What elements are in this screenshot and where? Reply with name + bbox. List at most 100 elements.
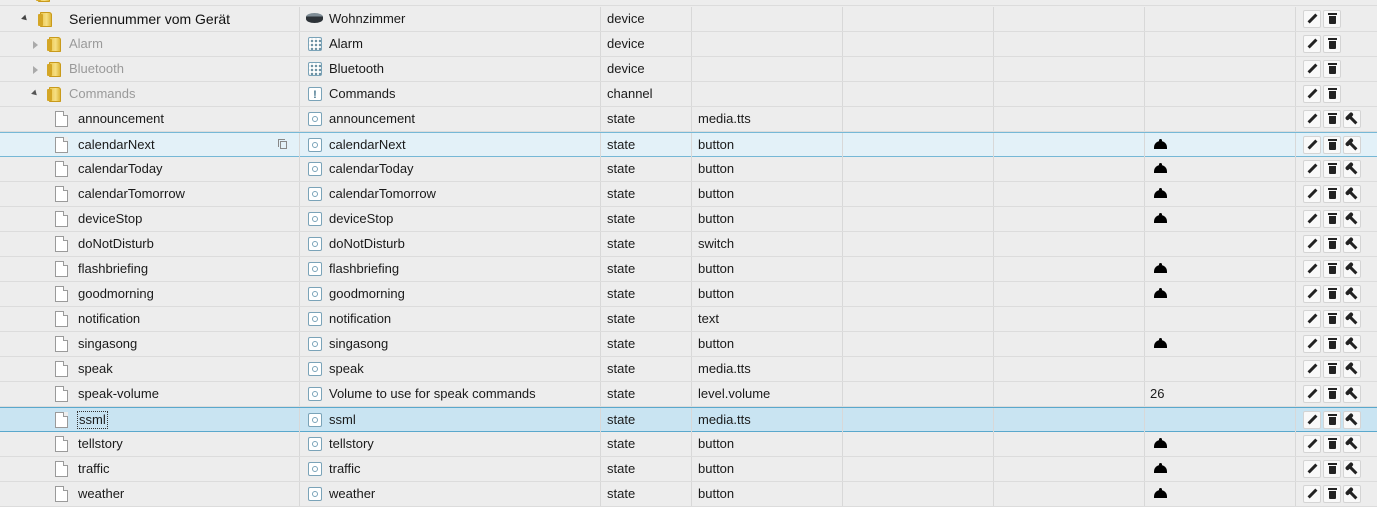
edit-button[interactable] [1303,385,1321,403]
delete-button[interactable] [1323,485,1341,503]
settings-button[interactable] [1343,411,1361,429]
delete-button[interactable] [1323,110,1341,128]
edit-button[interactable] [1303,235,1321,253]
tree-row-Commands[interactable]: Commands Commands channel [0,82,1377,107]
tree-row-flashbriefing[interactable]: flashbriefing flashbriefing state button [0,257,1377,282]
edit-button[interactable] [1303,460,1321,478]
actions-cell [1296,382,1377,406]
tree-row-speak-volume[interactable]: speak-volume Volume to use for speak comm… [0,382,1377,407]
edit-button[interactable] [1303,185,1321,203]
settings-button[interactable] [1343,235,1361,253]
tree-row-Alarm[interactable]: Alarm Alarm device [0,32,1377,57]
settings-button[interactable] [1343,136,1361,154]
tree-row-calendarTomorrow[interactable]: calendarTomorrow calendarTomorrow state but… [0,182,1377,207]
trash-icon [1328,213,1337,224]
settings-button[interactable] [1343,460,1361,478]
bell-icon[interactable] [1153,338,1168,349]
tree-row-goodmorning[interactable]: goodmorning goodmorning state button [0,282,1377,307]
edit-button[interactable] [1303,335,1321,353]
delete-button[interactable] [1323,260,1341,278]
bell-icon[interactable] [1153,288,1168,299]
bell-icon[interactable] [1153,188,1168,199]
settings-button[interactable] [1343,335,1361,353]
edit-button[interactable] [1303,35,1321,53]
edit-button[interactable] [1303,485,1321,503]
type-cell: state [601,382,692,406]
delete-button[interactable] [1323,310,1341,328]
settings-button[interactable] [1343,485,1361,503]
bell-icon[interactable] [1153,463,1168,474]
delete-button[interactable] [1323,385,1341,403]
settings-button[interactable] [1343,435,1361,453]
settings-button[interactable] [1343,160,1361,178]
edit-button[interactable] [1303,160,1321,178]
tree-row-weather[interactable]: weather weather state button [0,482,1377,507]
delete-button[interactable] [1323,460,1341,478]
device-title: Wohnzimmer [329,11,406,26]
delete-button[interactable] [1323,360,1341,378]
settings-button[interactable] [1343,385,1361,403]
tree-row-device[interactable]: Seriennummer vom Gerät Wohnzimmer device [0,7,1377,32]
tree-row-speak[interactable]: speak speak state media.tts [0,357,1377,382]
delete-button[interactable] [1323,136,1341,154]
tree-row-calendarNext[interactable]: calendarNext calendarNext state button [0,132,1377,157]
edit-button[interactable] [1303,260,1321,278]
edit-button[interactable] [1303,60,1321,78]
tree-row-doNotDisturb[interactable]: doNotDisturb doNotDisturb state switch [0,232,1377,257]
copy-icon[interactable] [278,139,287,149]
delete-button[interactable] [1323,435,1341,453]
tree-row-ssml[interactable]: ssml ssml state media.tts [0,407,1377,432]
collapse-arrow-icon[interactable] [31,89,39,98]
delete-button[interactable] [1323,411,1341,429]
folder-icon [47,37,61,52]
edit-button[interactable] [1303,10,1321,28]
tree-row-calendarToday[interactable]: calendarToday calendarToday state button [0,157,1377,182]
delete-button[interactable] [1323,185,1341,203]
delete-button[interactable] [1323,210,1341,228]
edit-button[interactable] [1303,110,1321,128]
state-icon [308,187,322,201]
delete-button[interactable] [1323,60,1341,78]
bell-icon[interactable] [1153,263,1168,274]
edit-button[interactable] [1303,310,1321,328]
edit-button[interactable] [1303,136,1321,154]
delete-button[interactable] [1323,35,1341,53]
settings-button[interactable] [1343,110,1361,128]
name-cell: deviceStop [0,207,300,231]
settings-button[interactable] [1343,210,1361,228]
tree-row-deviceStop[interactable]: deviceStop deviceStop state button [0,207,1377,232]
delete-button[interactable] [1323,335,1341,353]
edit-button[interactable] [1303,210,1321,228]
edit-button[interactable] [1303,435,1321,453]
edit-button[interactable] [1303,85,1321,103]
tree-row-singasong[interactable]: singasong singasong state button [0,332,1377,357]
tree-row-tellstory[interactable]: tellstory tellstory state button [0,432,1377,457]
expand-arrow-icon[interactable] [33,41,38,49]
tree-row-Bluetooth[interactable]: Bluetooth Bluetooth device [0,57,1377,82]
settings-button[interactable] [1343,310,1361,328]
settings-button[interactable] [1343,185,1361,203]
bell-icon[interactable] [1153,139,1168,150]
bell-icon[interactable] [1153,163,1168,174]
collapse-arrow-icon[interactable] [21,14,29,23]
expand-arrow-icon[interactable] [33,66,38,74]
delete-button[interactable] [1323,160,1341,178]
delete-button[interactable] [1323,285,1341,303]
value-cell [1145,257,1296,281]
bell-icon[interactable] [1153,213,1168,224]
bell-icon[interactable] [1153,438,1168,449]
settings-button[interactable] [1343,260,1361,278]
delete-button[interactable] [1323,85,1341,103]
edit-button[interactable] [1303,285,1321,303]
tree-row-notification[interactable]: notification notification state text [0,307,1377,332]
tree-row-announcement[interactable]: announcement announcement state media.tts [0,107,1377,132]
delete-button[interactable] [1323,235,1341,253]
tree-row-traffic[interactable]: traffic traffic state button [0,457,1377,482]
settings-button[interactable] [1343,285,1361,303]
bell-icon[interactable] [1153,488,1168,499]
edit-button[interactable] [1303,360,1321,378]
edit-button[interactable] [1303,411,1321,429]
settings-button[interactable] [1343,360,1361,378]
delete-button[interactable] [1323,10,1341,28]
trash-icon [1328,488,1337,499]
